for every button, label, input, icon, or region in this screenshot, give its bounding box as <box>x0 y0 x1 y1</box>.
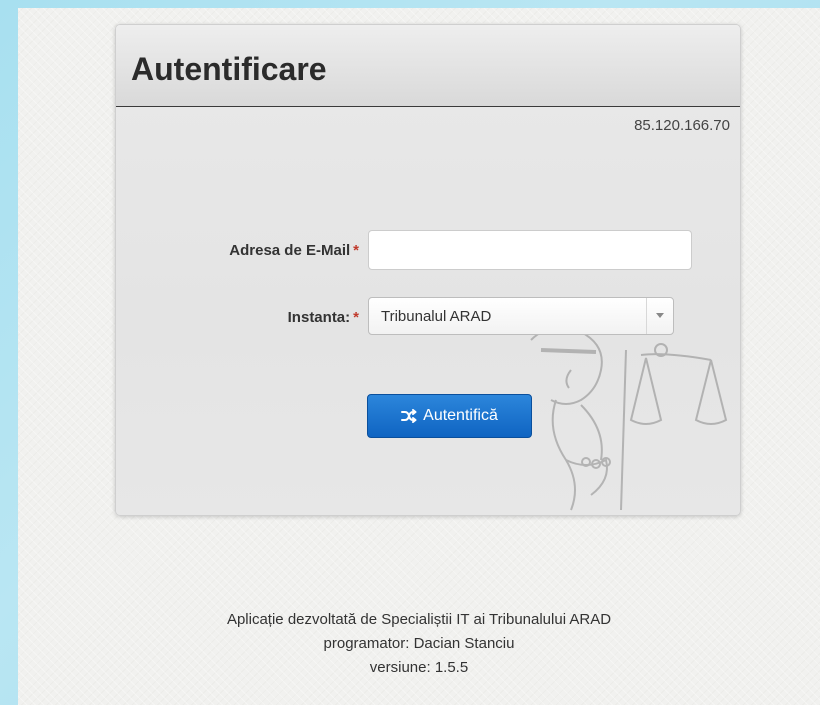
court-label: Instanta: * <box>288 309 359 326</box>
footer-programmer: programator: Dacian Stanciu <box>323 635 515 652</box>
footer-credits: Aplicație dezvoltată de Specialiștii IT … <box>226 611 612 628</box>
email-label-text: Adresa de E-Mail <box>229 242 351 259</box>
required-marker: * <box>353 242 359 259</box>
login-panel: Autentificare 85.120.166.70 Adresa de E-… <box>115 24 741 516</box>
email-row: Adresa de E-Mail * <box>116 230 740 274</box>
court-select-value: Tribunalul ARAD <box>381 308 492 325</box>
shuffle-icon <box>401 409 417 423</box>
court-label-text: Instanta: <box>287 309 351 326</box>
dropdown-toggle[interactable] <box>646 298 673 334</box>
email-label: Adresa de E-Mail * <box>229 242 359 259</box>
court-select[interactable]: Tribunalul ARAD <box>368 297 674 335</box>
footer-version: versiune: 1.5.5 <box>369 659 469 676</box>
court-row: Instanta: * Tribunalul ARAD <box>116 297 740 341</box>
panel-header: Autentificare <box>116 25 740 107</box>
page-title: Autentificare <box>131 51 327 87</box>
email-field[interactable] <box>368 230 692 270</box>
ip-address: 85.120.166.70 <box>634 117 730 134</box>
footer: Aplicație dezvoltată de Specialiștii IT … <box>18 608 820 680</box>
required-marker: * <box>353 309 359 326</box>
authenticate-button[interactable]: Autentifică <box>367 394 532 438</box>
page-background: Autentificare 85.120.166.70 Adresa de E-… <box>18 8 820 705</box>
authenticate-button-label: Autentifică <box>423 407 498 424</box>
chevron-down-icon <box>656 313 664 318</box>
